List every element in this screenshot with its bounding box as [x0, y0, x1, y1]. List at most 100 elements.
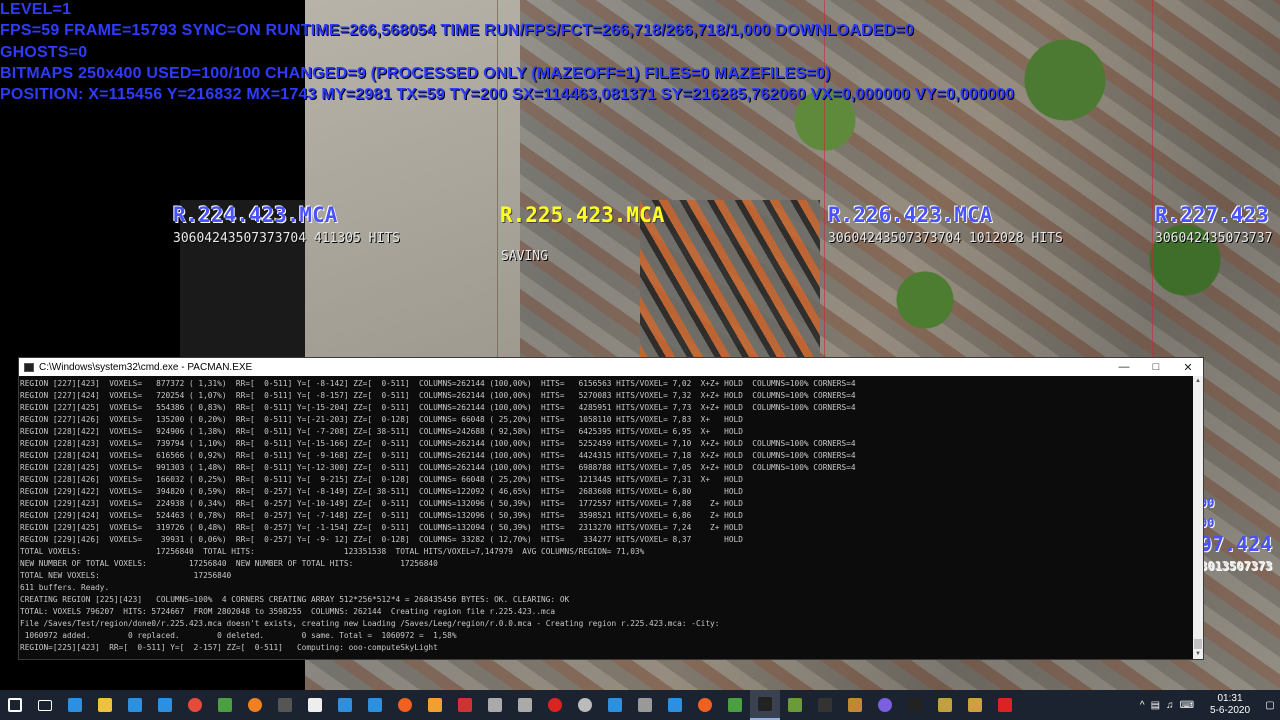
- bitmaps-line: BITMAPS 250x400 USED=100/100 CHANGED=9 (…: [0, 65, 831, 82]
- record-icon[interactable]: [540, 690, 570, 720]
- region-hits: 30604243507373704 411305 HITS: [173, 231, 400, 246]
- firefox-icon[interactable]: [390, 690, 420, 720]
- scroll-down-icon[interactable]: ▼: [1193, 649, 1203, 659]
- cube-icon-glyph: [938, 698, 952, 712]
- cmd-scrollbar[interactable]: ▲ ▼: [1193, 376, 1203, 659]
- scrollbar-thumb[interactable]: [1194, 639, 1202, 649]
- region-boundary: [497, 0, 498, 360]
- minimize-icon[interactable]: —: [1109, 358, 1139, 376]
- console-line: REGION [229][424] VOXELS= 524463 ( 0,78%…: [20, 511, 743, 520]
- console-line: CREATING REGION [225][423] COLUMNS=100% …: [20, 595, 570, 604]
- fps-line: FPS=59 FRAME=15793 SYNC=ON RUNTIME=266,5…: [0, 22, 914, 39]
- box-icon-glyph: [968, 698, 982, 712]
- maximize-icon[interactable]: □: [1141, 358, 1171, 376]
- filezilla-icon-glyph: [998, 698, 1012, 712]
- mail-icon[interactable]: [150, 690, 180, 720]
- settings-icon[interactable]: [510, 690, 540, 720]
- console-line: REGION [227][426] VOXELS= 135200 ( 0,20%…: [20, 415, 743, 424]
- keyboard-icon[interactable]: ⌨: [1180, 700, 1194, 711]
- console-line: REGION [228][424] VOXELS= 616566 ( 0,92%…: [20, 451, 856, 460]
- scroll-up-icon[interactable]: ▲: [1193, 376, 1203, 386]
- terminal2-icon-glyph: [908, 698, 922, 712]
- close-icon[interactable]: ✕: [1173, 358, 1203, 376]
- console-line: File /Saves/Test/region/done0/r.225.423.…: [20, 619, 720, 628]
- edge-blue-icon[interactable]: [330, 690, 360, 720]
- minecraft-icon[interactable]: [780, 690, 810, 720]
- region-hits-fragment: 3013507373: [1200, 559, 1273, 573]
- obs-icon[interactable]: [570, 690, 600, 720]
- terminal2-icon[interactable]: [900, 690, 930, 720]
- windows-start-icon[interactable]: [0, 690, 30, 720]
- console-line: REGION [227][423] VOXELS= 877372 ( 1,31%…: [20, 379, 856, 388]
- windows-start-icon-glyph: [8, 698, 22, 712]
- windows-taskbar: ^ ▤ ♫ ⌨ 01:31 5-6-2020 ▢: [0, 690, 1280, 720]
- notification-icon[interactable]: ▢: [1260, 700, 1280, 711]
- steam-icon[interactable]: [480, 690, 510, 720]
- obs-icon-glyph: [578, 698, 592, 712]
- cmd-window[interactable]: C:\Windows\system32\cmd.exe - PACMAN.EXE…: [18, 357, 1204, 660]
- task-view-icon-glyph: [38, 699, 52, 711]
- record-icon-glyph: [548, 698, 562, 712]
- maps-icon-glyph: [668, 698, 682, 712]
- settings-icon-glyph: [518, 698, 532, 712]
- terminal-icon-glyph: [278, 698, 292, 712]
- vlc-icon[interactable]: [240, 690, 270, 720]
- notepad-icon-glyph: [218, 698, 232, 712]
- console-line: REGION [228][425] VOXELS= 991303 ( 1,48%…: [20, 463, 856, 472]
- mail-icon-glyph: [158, 698, 172, 712]
- cmd-icon[interactable]: [750, 690, 780, 720]
- region-boundary: [1152, 0, 1153, 360]
- console-line: NEW NUMBER OF TOTAL VOXELS: 17256840 NEW…: [20, 559, 438, 568]
- tool-icon[interactable]: [450, 690, 480, 720]
- console-line: REGION [229][425] VOXELS= 319726 ( 0,48%…: [20, 523, 743, 532]
- cube-icon[interactable]: [930, 690, 960, 720]
- cmd-icon-glyph: [758, 697, 772, 711]
- level-line: LEVEL=1: [0, 1, 72, 18]
- ubuntu-icon-glyph: [698, 698, 712, 712]
- github-icon[interactable]: [300, 690, 330, 720]
- cmd-output[interactable]: REGION [227][423] VOXELS= 877372 ( 1,31%…: [19, 378, 1194, 658]
- archive-icon[interactable]: [840, 690, 870, 720]
- calculator-icon[interactable]: [630, 690, 660, 720]
- taskbar-clock[interactable]: 01:31 5-6-2020: [1200, 693, 1260, 717]
- steam-icon-glyph: [488, 698, 502, 712]
- region-hits: 306042435073737: [1155, 231, 1273, 246]
- edge-blue-icon-glyph: [338, 698, 352, 712]
- console-line: REGION [229][423] VOXELS= 224938 ( 0,34%…: [20, 499, 743, 508]
- sound-icon[interactable]: [720, 690, 750, 720]
- tool-icon-glyph: [458, 698, 472, 712]
- box-icon[interactable]: [960, 690, 990, 720]
- console-icon[interactable]: [810, 690, 840, 720]
- console-line: REGION [228][422] VOXELS= 924906 ( 1,38%…: [20, 427, 743, 436]
- globe-icon[interactable]: [600, 690, 630, 720]
- cmd-titlebar[interactable]: C:\Windows\system32\cmd.exe - PACMAN.EXE…: [19, 358, 1203, 376]
- terminal-icon[interactable]: [270, 690, 300, 720]
- chrome-icon[interactable]: [180, 690, 210, 720]
- archive-icon-glyph: [848, 698, 862, 712]
- ubuntu-icon[interactable]: [690, 690, 720, 720]
- notepad-icon[interactable]: [210, 690, 240, 720]
- edge-icon[interactable]: [60, 690, 90, 720]
- photos-icon-glyph: [368, 698, 382, 712]
- sound-icon-glyph: [728, 698, 742, 712]
- filezilla-icon[interactable]: [990, 690, 1020, 720]
- photos-icon[interactable]: [360, 690, 390, 720]
- console-icon-glyph: [818, 698, 832, 712]
- vlc-icon-glyph: [248, 698, 262, 712]
- calculator-icon-glyph: [638, 698, 652, 712]
- network-icon[interactable]: ▤: [1151, 700, 1160, 711]
- edge-icon-glyph: [68, 698, 82, 712]
- region-boundary: [824, 0, 825, 360]
- aerial-plaza: [305, 0, 520, 360]
- store-icon[interactable]: [120, 690, 150, 720]
- tray-overflow-icon[interactable]: ^: [1140, 700, 1145, 711]
- task-view-icon[interactable]: [30, 690, 60, 720]
- discord-icon[interactable]: [870, 690, 900, 720]
- maps-icon[interactable]: [660, 690, 690, 720]
- paint-icon[interactable]: [420, 690, 450, 720]
- volume-icon[interactable]: ♫: [1166, 700, 1174, 711]
- position-line: POSITION: X=115456 Y=216832 MX=1743 MY=2…: [0, 86, 1015, 103]
- console-line: TOTAL NEW VOXELS: 17256840: [20, 571, 232, 580]
- file-explorer-icon[interactable]: [90, 690, 120, 720]
- console-line: REGION [229][426] VOXELS= 39931 ( 0,06%)…: [20, 535, 743, 544]
